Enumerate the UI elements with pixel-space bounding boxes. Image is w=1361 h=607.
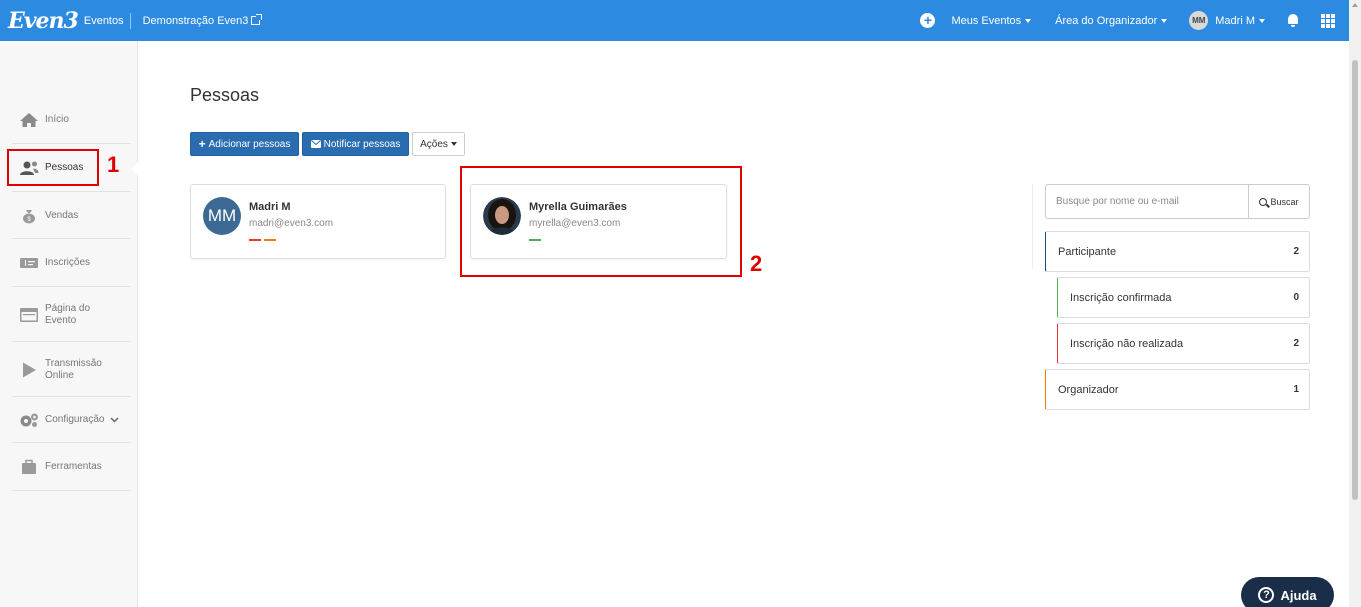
sidebar-item-inicio[interactable]: Início bbox=[12, 97, 131, 144]
event-link[interactable]: Demonstração Even3 bbox=[142, 14, 263, 27]
notify-people-button[interactable]: Notificar pessoas bbox=[302, 132, 409, 156]
search-button[interactable]: Buscar bbox=[1248, 185, 1309, 218]
filter-inscricao-confirmada[interactable]: Inscrição confirmada 0 bbox=[1057, 277, 1310, 318]
divider bbox=[129, 12, 131, 29]
my-events-menu[interactable]: Meus Eventos bbox=[951, 14, 1032, 27]
scrollbar-thumb[interactable] bbox=[1352, 60, 1358, 500]
filter-count: 1 bbox=[1293, 384, 1299, 395]
sidebar-item-label: Página do Evento bbox=[45, 302, 91, 326]
filter-count: 2 bbox=[1293, 246, 1299, 257]
sidebar-item-vendas[interactable]: $ Vendas bbox=[12, 193, 131, 239]
sidebar-item-label: Transmissão Online bbox=[45, 357, 102, 381]
organizer-area-label: Área do Organizador bbox=[1055, 14, 1158, 27]
ticket-icon bbox=[20, 258, 38, 268]
sidebar-item-label: Inscrições bbox=[45, 257, 91, 268]
user-menu[interactable]: MM Madri M bbox=[1189, 11, 1265, 30]
home-icon bbox=[20, 113, 38, 127]
top-navbar: Even3 Eventos Demonstração Even3 + Meus … bbox=[0, 0, 1349, 41]
caret-down-icon bbox=[1161, 18, 1168, 23]
button-label: Ações bbox=[420, 138, 448, 150]
even3-logo[interactable]: Even3 bbox=[8, 8, 79, 34]
envelope-icon bbox=[310, 140, 321, 148]
filter-label: Participante bbox=[1058, 245, 1117, 258]
sidebar-item-label: Configuração bbox=[45, 414, 105, 425]
sidebar-item-configuracao[interactable]: Configuração bbox=[12, 398, 131, 443]
filter-label: Inscrição confirmada bbox=[1070, 291, 1172, 304]
scroll-up-arrow[interactable] bbox=[1352, 3, 1358, 7]
search-box: Buscar bbox=[1045, 184, 1310, 219]
plus-icon: + bbox=[198, 137, 206, 151]
button-label: Notificar pessoas bbox=[323, 138, 401, 150]
scrollbar[interactable] bbox=[1349, 0, 1361, 607]
divider bbox=[1032, 184, 1033, 269]
chevron-down-icon bbox=[110, 417, 120, 423]
caret-down-icon bbox=[1025, 18, 1032, 23]
add-people-button[interactable]: + Adicionar pessoas bbox=[190, 132, 299, 156]
annotation-number: 2 bbox=[750, 251, 763, 276]
bell-icon[interactable] bbox=[1287, 14, 1299, 27]
sidebar-item-label: Ferramentas bbox=[45, 461, 102, 472]
my-events-label: Meus Eventos bbox=[951, 14, 1022, 27]
person-name: Madri M bbox=[249, 201, 291, 213]
sidebar-item-pagina-do-evento[interactable]: Página do Evento bbox=[12, 288, 131, 342]
status-tag-organizador bbox=[264, 239, 276, 241]
sidebar-item-label: Vendas bbox=[45, 209, 79, 221]
sidebar-item-ferramentas[interactable]: Ferramentas bbox=[12, 444, 131, 491]
browser-icon bbox=[20, 307, 38, 322]
user-name: Madri M bbox=[1215, 14, 1255, 27]
filter-organizador[interactable]: Organizador 1 bbox=[1045, 369, 1310, 410]
avatar: MM bbox=[203, 197, 241, 235]
button-label: Buscar bbox=[1270, 196, 1299, 207]
create-event-icon[interactable]: + bbox=[920, 13, 936, 28]
event-name: Demonstração Even3 bbox=[142, 14, 249, 27]
button-label: Adicionar pessoas bbox=[208, 138, 291, 150]
question-icon: ? bbox=[1258, 587, 1275, 603]
highlight-box bbox=[460, 166, 742, 277]
sidebar-item-inscricoes[interactable]: Inscrições bbox=[12, 240, 131, 287]
sidebar-item-label: Início bbox=[45, 114, 69, 125]
search-input[interactable] bbox=[1046, 185, 1248, 218]
money-bag-icon: $ bbox=[23, 209, 35, 223]
filter-count: 2 bbox=[1293, 338, 1299, 349]
gears-icon bbox=[20, 413, 38, 427]
organizer-area-menu[interactable]: Área do Organizador bbox=[1055, 14, 1168, 27]
user-avatar: MM bbox=[1189, 11, 1209, 30]
filter-label: Organizador bbox=[1058, 383, 1119, 396]
help-label: Ajuda bbox=[1280, 587, 1317, 603]
active-indicator bbox=[131, 162, 138, 176]
filter-participante[interactable]: Participante 2 bbox=[1045, 231, 1310, 272]
play-icon bbox=[23, 362, 36, 377]
highlight-box bbox=[7, 149, 99, 186]
page-title: Pessoas bbox=[190, 85, 260, 105]
person-email: madri@even3.com bbox=[249, 218, 334, 229]
events-link[interactable]: Eventos bbox=[84, 15, 124, 27]
filter-inscricao-nao-realizada[interactable]: Inscrição não realizada 2 bbox=[1057, 323, 1310, 364]
sidebar-item-transmissao-online[interactable]: Transmissão Online bbox=[12, 343, 131, 397]
help-button[interactable]: ? Ajuda bbox=[1241, 577, 1334, 607]
apps-grid-icon[interactable] bbox=[1321, 13, 1335, 28]
caret-down-icon bbox=[1259, 18, 1265, 23]
person-card[interactable]: MM Madri M madri@even3.com bbox=[190, 184, 446, 259]
toolbox-icon bbox=[22, 459, 36, 474]
search-icon bbox=[1259, 197, 1268, 206]
filter-count: 0 bbox=[1293, 292, 1299, 303]
filter-label: Inscrição não realizada bbox=[1070, 337, 1184, 350]
external-link-icon bbox=[251, 14, 263, 25]
actions-dropdown[interactable]: Ações bbox=[412, 132, 465, 156]
annotation-number: 1 bbox=[107, 152, 120, 177]
status-tag-participante bbox=[249, 239, 261, 241]
caret-down-icon bbox=[450, 142, 457, 146]
